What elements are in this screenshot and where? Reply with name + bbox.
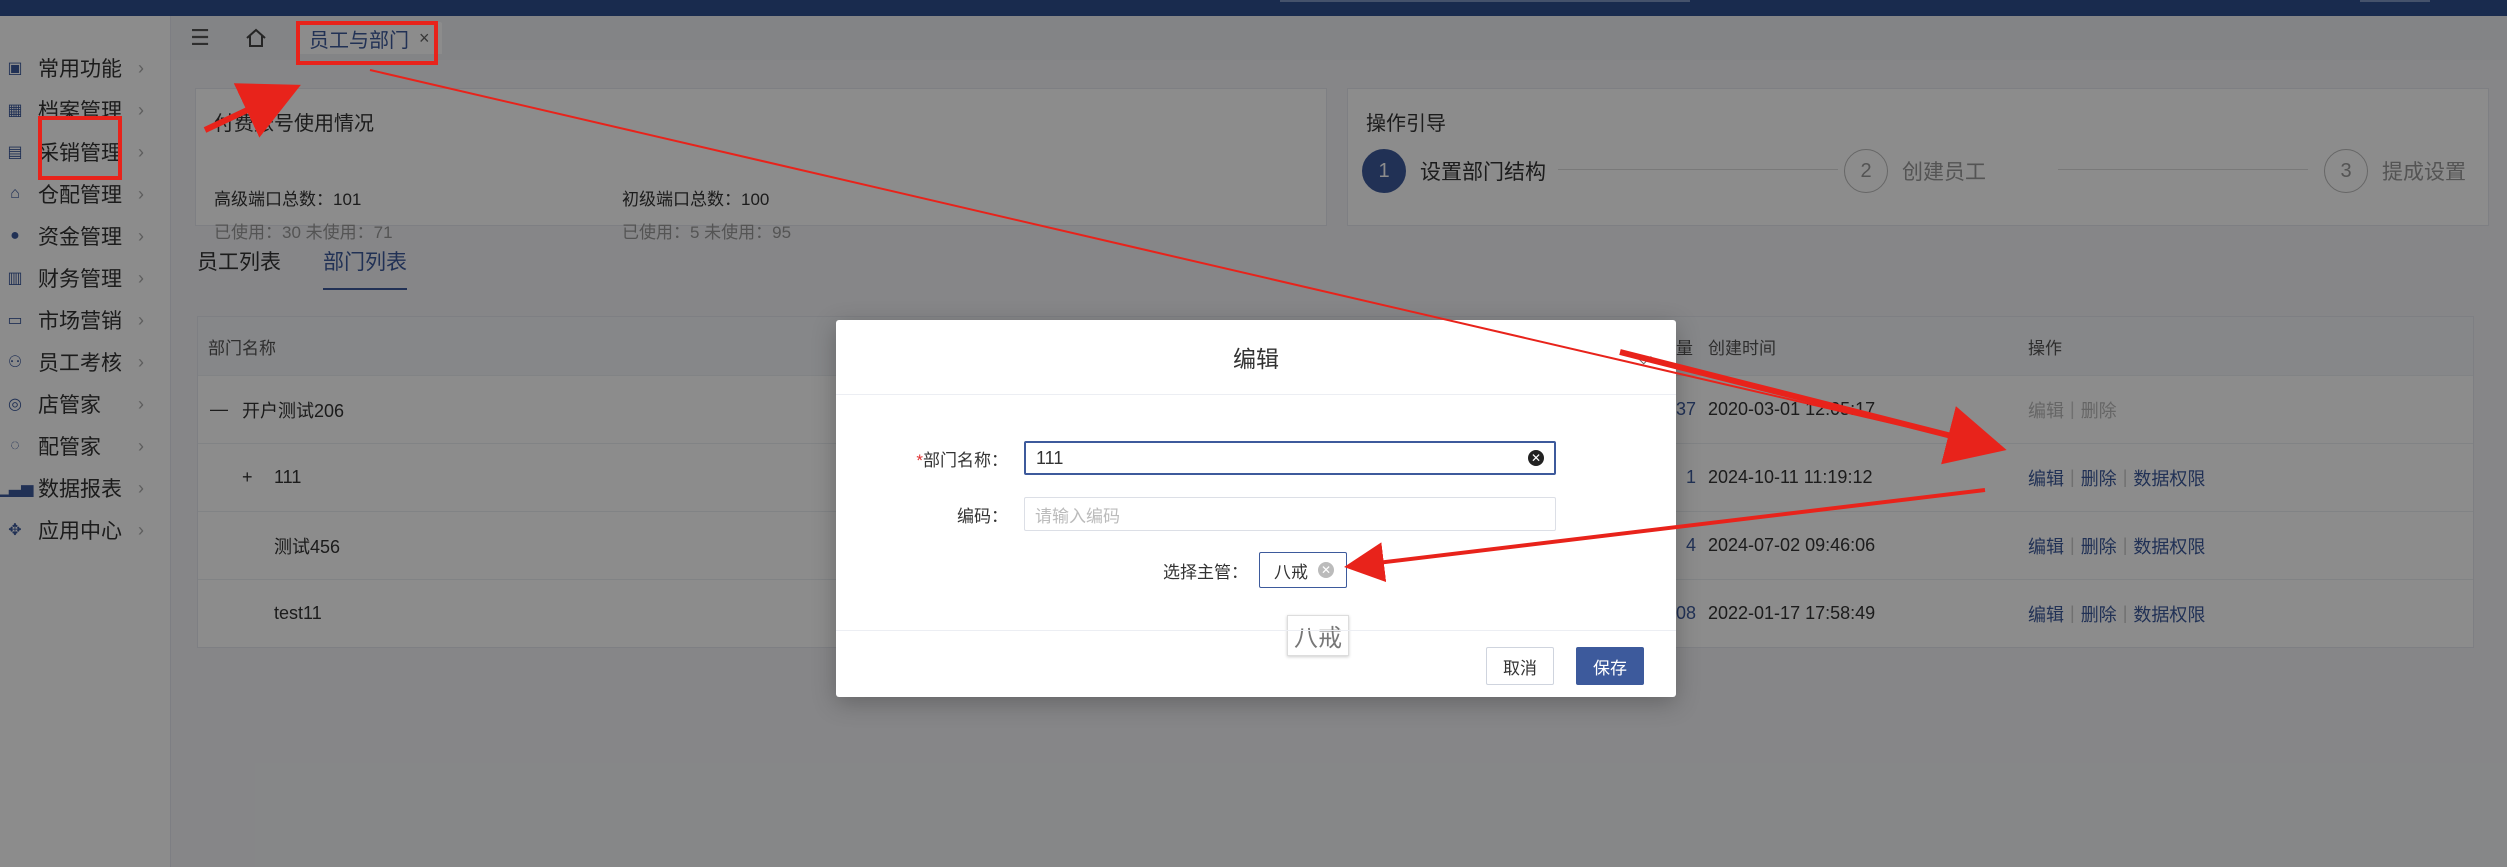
edit-department-dialog: 编辑 ⌵ *部门名称： 111 ✕ 编码： 请输入编码 选择主管： 八戒 ✕ 八… (836, 320, 1676, 697)
code-input[interactable]: 请输入编码 (1024, 497, 1556, 531)
code-placeholder: 请输入编码 (1035, 506, 1120, 526)
name-row: *部门名称： 111 ✕ (836, 440, 1556, 476)
remove-tag-icon[interactable]: ✕ (1318, 562, 1334, 578)
name-label: *部门名称： (916, 450, 1008, 470)
manager-label: 选择主管： (1163, 562, 1248, 582)
department-name-input[interactable]: 111 ✕ (1024, 441, 1556, 475)
code-row: 编码： 请输入编码 (836, 496, 1556, 532)
department-name-value: 111 (1036, 447, 1064, 468)
annotation-box-tab (296, 21, 438, 65)
cancel-button[interactable]: 取消 (1486, 647, 1554, 685)
chevron-down-icon[interactable]: ⌵ (1635, 344, 1652, 370)
code-label: 编码： (957, 506, 1008, 526)
manager-tag: 八戒 (1274, 562, 1308, 582)
manager-select[interactable]: 八戒 ✕ (1259, 552, 1347, 588)
manager-row: 选择主管： (836, 552, 1256, 588)
dialog-footer: 取消 保存 (836, 630, 1676, 698)
dialog-title: 编辑 (836, 320, 1676, 395)
save-button[interactable]: 保存 (1576, 647, 1644, 685)
clear-icon[interactable]: ✕ (1528, 450, 1544, 466)
annotation-box-sidebar (38, 116, 122, 180)
